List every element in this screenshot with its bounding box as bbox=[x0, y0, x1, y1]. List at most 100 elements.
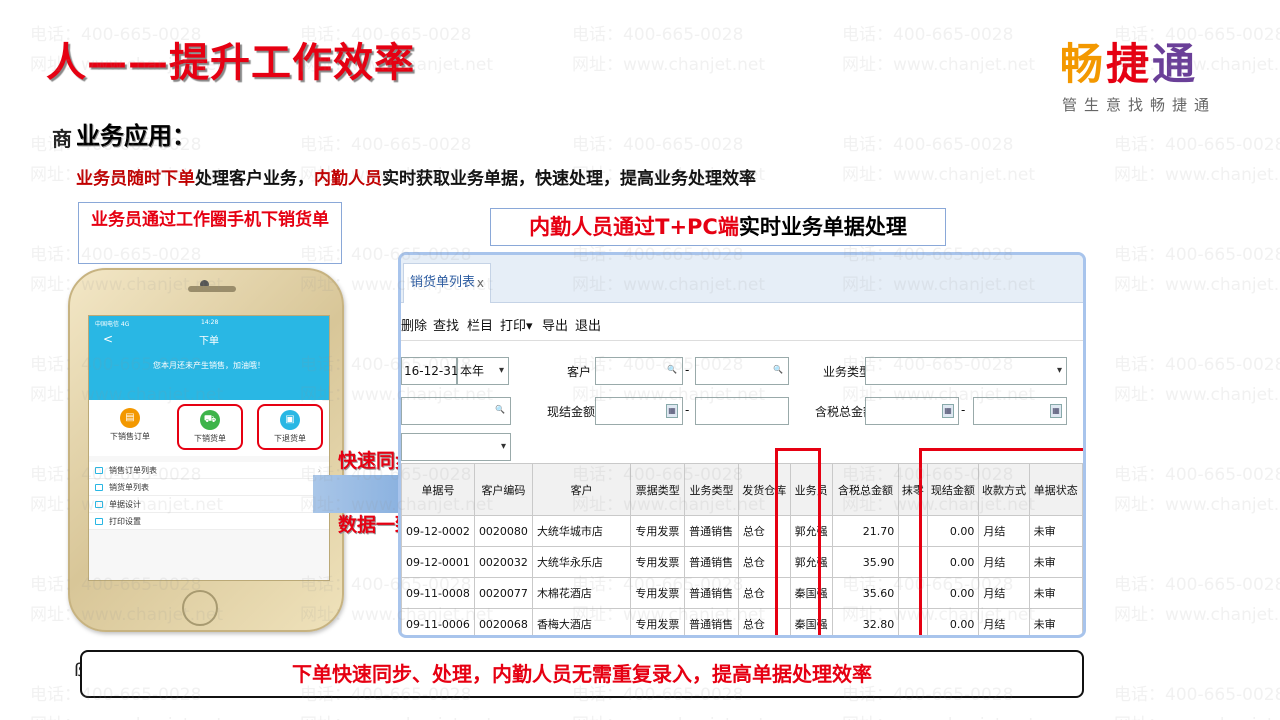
tax-total-to-input[interactable]: ▦ bbox=[973, 397, 1067, 425]
find-button[interactable]: 查找 bbox=[433, 315, 459, 334]
watermark-phone: 电话：400-665-0028 bbox=[572, 25, 744, 45]
export-button[interactable]: 导出 bbox=[542, 315, 568, 334]
customer-from-input[interactable]: 🔍 bbox=[595, 357, 683, 385]
menu-item-sales-order-list[interactable]: 销售订单列表 › bbox=[89, 462, 329, 479]
sales-order-button[interactable]: ▤ 下销售订单 bbox=[97, 404, 163, 450]
col-header[interactable]: 单据号 bbox=[401, 463, 475, 516]
watermark-site: 网址：www.chanjet.net bbox=[300, 710, 493, 720]
watermark-site: 网址：www.chanjet.net bbox=[30, 710, 223, 720]
status-time: 14:28 bbox=[201, 319, 219, 326]
calculator-icon[interactable]: ▦ bbox=[666, 404, 678, 418]
cash-from-input[interactable]: ▦ bbox=[595, 397, 683, 425]
print-icon bbox=[95, 518, 103, 525]
search-icon[interactable]: 🔍 bbox=[494, 404, 506, 418]
list-icon bbox=[95, 467, 103, 474]
table-header-row: 单据号 客户编码 客户 票据类型 业务类型 发货仓库 业务员 含税总金额 抹零 … bbox=[401, 463, 1083, 516]
chevron-down-icon: ▾ bbox=[500, 441, 506, 452]
home-button-icon bbox=[182, 590, 218, 626]
watermark-site: 网址：www.chanjet.net bbox=[1114, 710, 1280, 720]
pc-window: 销货单列表 x 删除 查找 栏目 打印▾ 导出 退出 16-12-31 本年 ▾ … bbox=[398, 252, 1086, 638]
close-icon[interactable]: x bbox=[477, 264, 484, 302]
conclusion-banner: 下单快速同步、处理，内勤人员无需重复录入，提高单据处理效率 bbox=[80, 650, 1084, 698]
col-header[interactable]: 客户编码 bbox=[473, 463, 533, 516]
watermark-site: 网址：www.chanjet.net bbox=[1114, 385, 1280, 405]
menu-item-print-settings[interactable]: 打印设置 bbox=[89, 513, 329, 530]
filter-select-3[interactable]: ▾ bbox=[401, 433, 511, 461]
tax-total-from-input[interactable]: ▦ bbox=[865, 397, 959, 425]
watermark-phone: 电话：400-665-0028 bbox=[1114, 135, 1280, 155]
logo-slogan: 管生意找畅捷通 bbox=[1062, 96, 1217, 114]
clipboard-icon: ▤ bbox=[120, 408, 140, 428]
watermark-site: 网址：www.chanjet.net bbox=[1114, 165, 1280, 185]
phone-header: 中国电信 4G 14:28 < 下单 您本月还未产生销售，加油哦！ bbox=[89, 316, 329, 400]
date-input[interactable]: 16-12-31 bbox=[401, 357, 458, 385]
table-row[interactable]: 09-12-0001 0020032 大统华永乐店 专用发票 普通销售 总仓 郭允强 35.9… bbox=[401, 546, 1083, 578]
watermark-site: 网址：www.chanjet.net bbox=[572, 710, 765, 720]
table-row[interactable]: 09-11-0006 0020068 香梅大酒店 专用发票 普通销售 总仓 秦国强 32.80… bbox=[401, 608, 1083, 635]
search-icon[interactable]: 🔍 bbox=[772, 364, 784, 378]
status-carrier: 中国电信 4G bbox=[95, 321, 130, 328]
col-header[interactable]: 含税总金额 bbox=[831, 463, 900, 516]
return-order-button[interactable]: ▣ 下退货单 bbox=[257, 404, 323, 450]
watermark-phone: 电话：400-665-0028 bbox=[842, 25, 1014, 45]
col-header[interactable]: 业务员 bbox=[789, 463, 833, 516]
delivery-order-button[interactable]: ⛟ 下销货单 bbox=[177, 404, 243, 450]
filter-panel: 16-12-31 本年 ▾ 客户 🔍 - 🔍 业务类型 ▾ 🔍 现结金额 ▦ - … bbox=[401, 343, 1083, 463]
watermark-phone: 电话：400-665-0028 bbox=[1114, 355, 1280, 375]
tab-delivery-list[interactable]: 销货单列表 x bbox=[403, 263, 491, 303]
col-header[interactable]: 票据类型 bbox=[630, 463, 686, 516]
customer-label: 客户 bbox=[567, 365, 592, 379]
col-header[interactable]: 抹零 bbox=[898, 463, 928, 516]
watermark-phone: 电话：400-665-0028 bbox=[842, 135, 1014, 155]
filter-input-2[interactable]: 🔍 bbox=[401, 397, 511, 425]
print-button[interactable]: 打印▾ bbox=[500, 315, 533, 334]
watermark-phone: 电话：400-665-0028 bbox=[572, 135, 744, 155]
table-row[interactable]: 09-11-0008 0020077 木棉花酒店 专用发票 普通销售 总仓 秦国强 35.60… bbox=[401, 577, 1083, 609]
cart-icon: ⛟ bbox=[200, 410, 220, 430]
chevron-down-icon: ▾ bbox=[498, 365, 504, 376]
delivery-table: 单据号 客户编码 客户 票据类型 业务类型 发货仓库 业务员 含税总金额 抹零 … bbox=[401, 463, 1083, 635]
watermark-phone: 电话：400-665-0028 bbox=[300, 135, 472, 155]
design-icon bbox=[95, 501, 103, 508]
menu-item-delivery-list[interactable]: 销货单列表› bbox=[89, 479, 329, 496]
columns-button[interactable]: 栏目 bbox=[467, 315, 493, 334]
delete-button[interactable]: 删除 bbox=[401, 315, 427, 334]
cash-to-input[interactable] bbox=[695, 397, 789, 425]
cash-amount-label: 现结金额 bbox=[547, 405, 596, 419]
speaker-icon bbox=[188, 286, 236, 292]
col-header[interactable]: 收款方式 bbox=[978, 463, 1030, 516]
caption-pc: 内勤人员通过T+PC端实时业务单据处理 bbox=[490, 208, 946, 246]
col-header[interactable]: 单据状态 bbox=[1028, 463, 1083, 516]
calculator-icon[interactable]: ▦ bbox=[942, 404, 954, 418]
calculator-icon[interactable]: ▦ bbox=[1050, 404, 1062, 418]
slide-title: 人——提升工作效率 bbox=[46, 40, 415, 86]
watermark-phone: 电话：400-665-0028 bbox=[1114, 465, 1280, 485]
col-header[interactable]: 客户 bbox=[531, 463, 632, 516]
col-header[interactable]: 现结金额 bbox=[926, 463, 980, 516]
table-row[interactable]: 09-12-0002 0020080 大统华城市店 专用发票 普通销售 总仓 郭允强 21.7… bbox=[401, 515, 1083, 547]
period-select[interactable]: 本年 ▾ bbox=[457, 357, 509, 385]
section-label: 业务应用： bbox=[76, 122, 196, 150]
watermark-phone: 电话：400-665-0028 bbox=[1114, 245, 1280, 265]
menu-item-doc-design[interactable]: 单据设计 bbox=[89, 496, 329, 513]
customer-to-input[interactable]: 🔍 bbox=[695, 357, 789, 385]
biz-type-select[interactable]: ▾ bbox=[865, 357, 1067, 385]
tab-bar: 销货单列表 x bbox=[401, 255, 1083, 303]
search-icon[interactable]: 🔍 bbox=[666, 364, 678, 378]
exit-button[interactable]: 退出 bbox=[575, 315, 601, 334]
watermark-site: 网址：www.chanjet.net bbox=[572, 55, 766, 75]
watermark-site: 网址：www.chanjet.net bbox=[1114, 275, 1280, 295]
col-header[interactable]: 发货仓库 bbox=[737, 463, 791, 516]
watermark-phone: 电话：400-665-0028 bbox=[1114, 685, 1280, 705]
watermark-site: 网址：www.chanjet.net bbox=[842, 710, 1035, 720]
description: 业务员随时下单处理客户业务，内勤人员实时获取业务单据，快速处理，提高业务处理效率 bbox=[76, 169, 756, 189]
biz-type-label: 业务类型 bbox=[823, 365, 872, 379]
col-header[interactable]: 业务类型 bbox=[684, 463, 739, 516]
phone-mockup: 中国电信 4G 14:28 < 下单 您本月还未产生销售，加油哦！ ▤ 下销售订… bbox=[68, 268, 344, 632]
list-icon bbox=[95, 484, 103, 491]
watermark-site: 网址：www.chanjet.net bbox=[842, 55, 1036, 75]
watermark-phone: 电话：400-665-0028 bbox=[1114, 575, 1280, 595]
toolbar: 删除 查找 栏目 打印▾ 导出 退出 bbox=[401, 307, 1083, 341]
watermark-site: 网址：www.chanjet.net bbox=[842, 165, 1036, 185]
phone-action-buttons: ▤ 下销售订单 ⛟ 下销货单 ▣ 下退货单 bbox=[89, 400, 329, 456]
